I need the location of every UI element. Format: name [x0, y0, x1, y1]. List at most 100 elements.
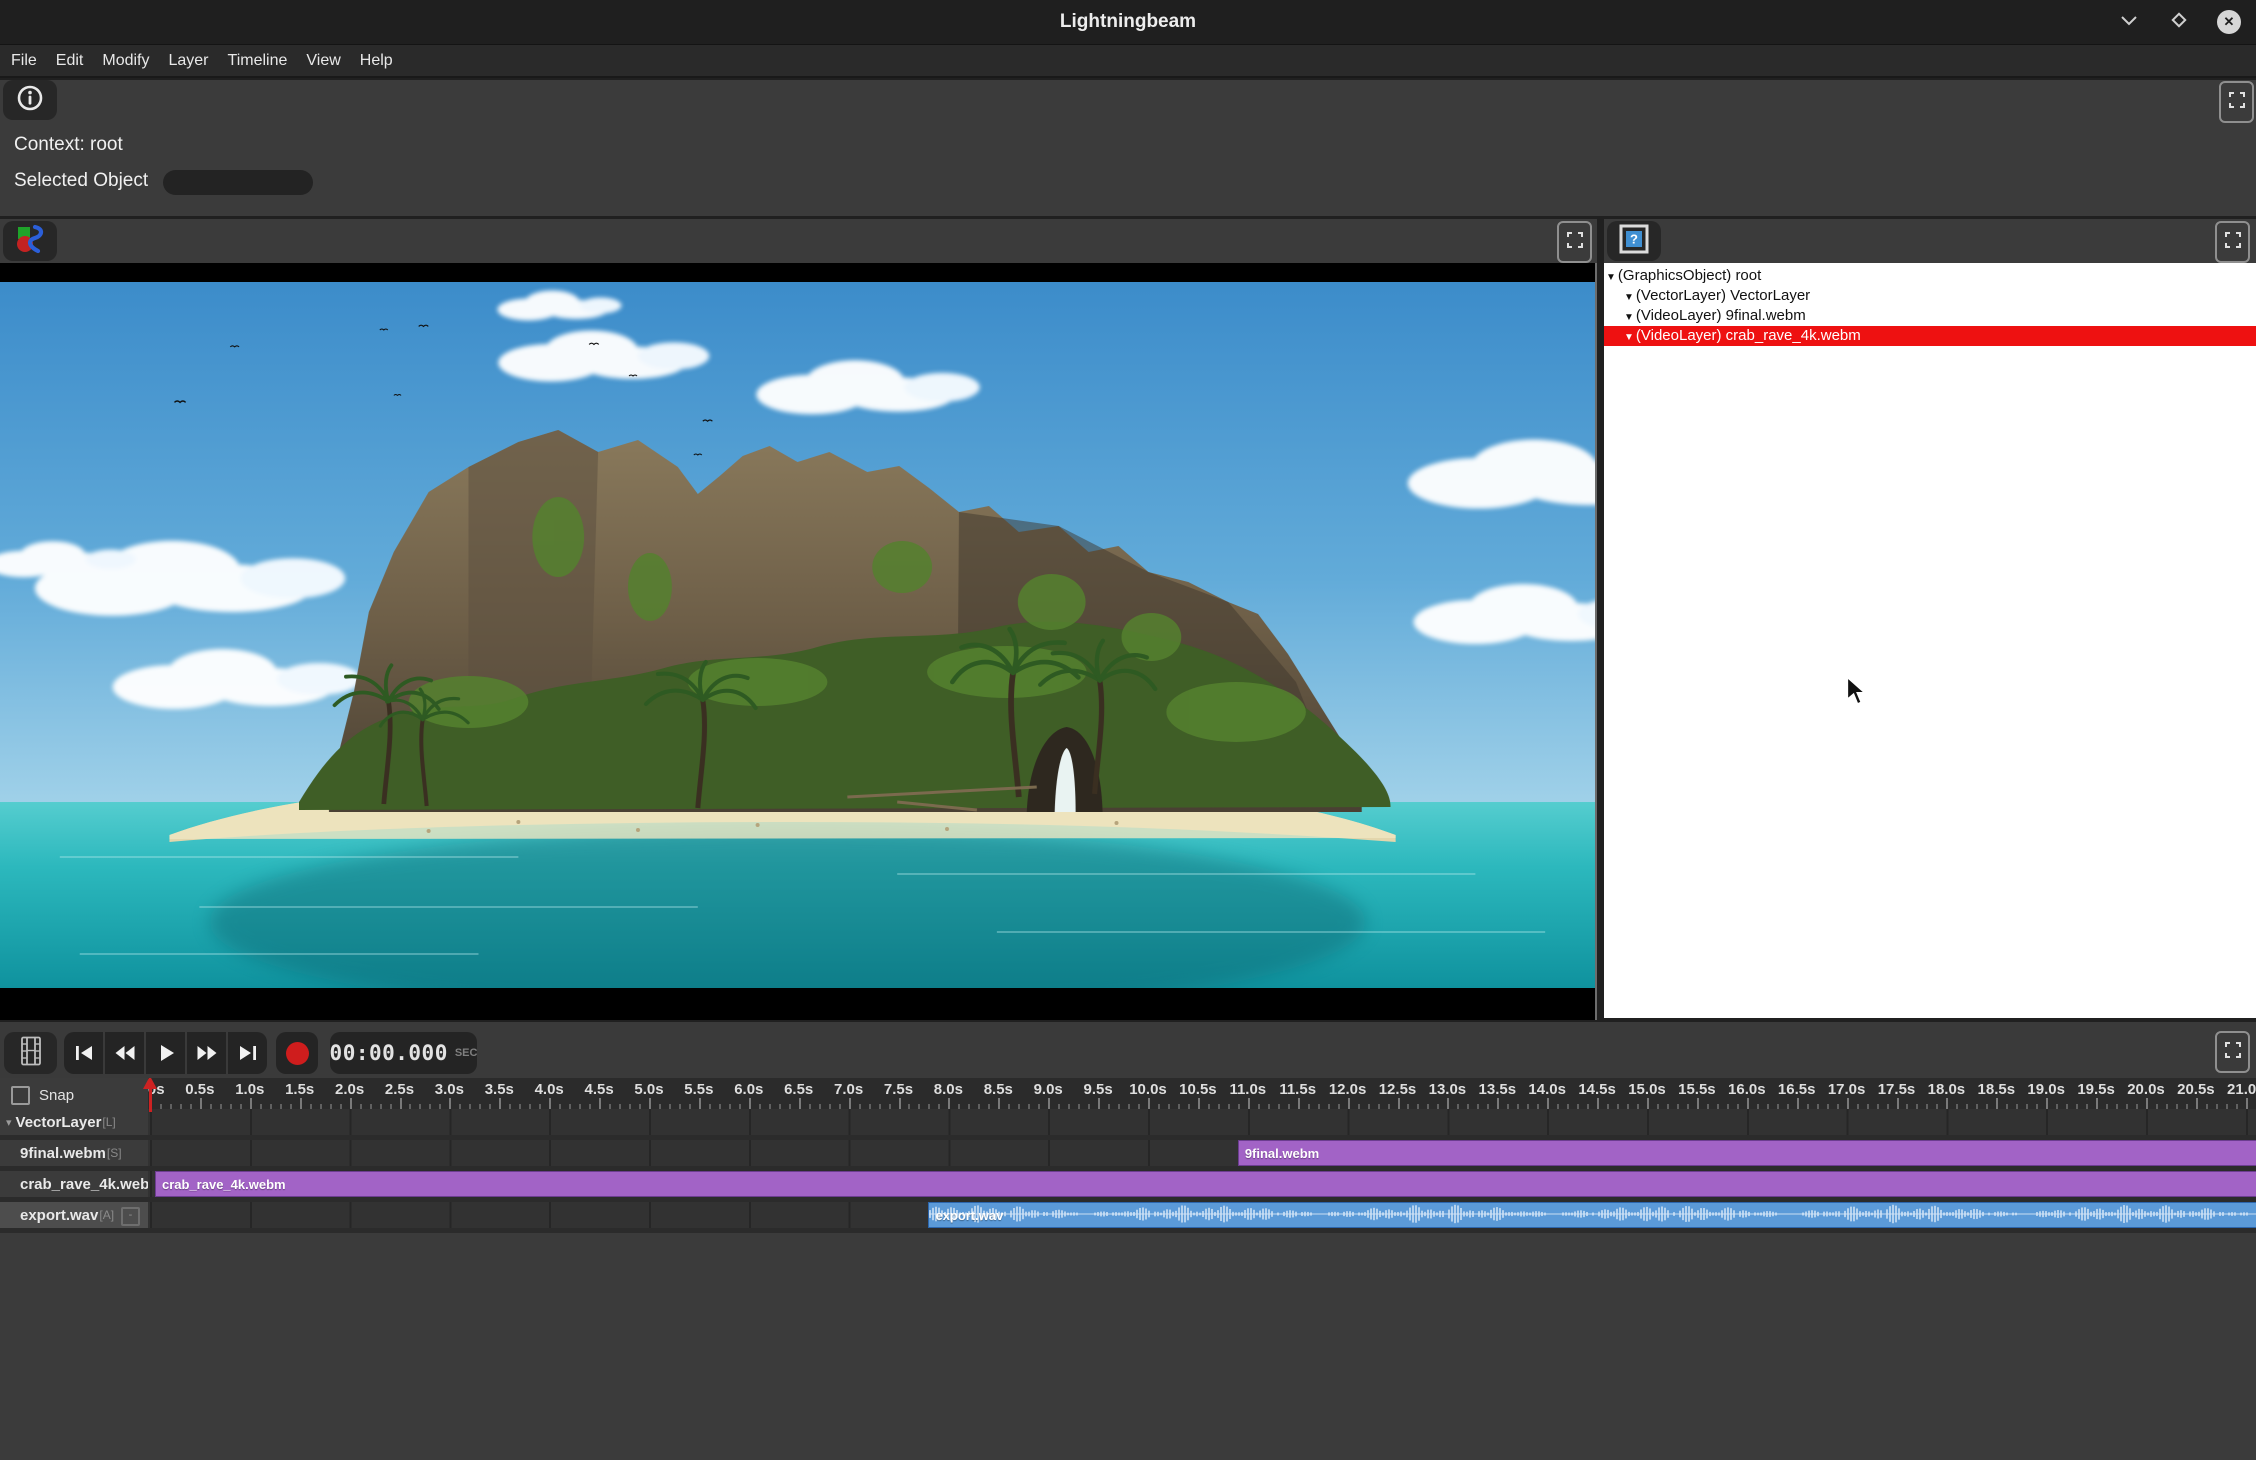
track-type-suffix: [S] — [107, 1146, 122, 1160]
info-panel: Context: root Selected Object — [0, 80, 2256, 216]
fast-forward-icon — [195, 1043, 219, 1063]
window-controls: ✕ — [2116, 0, 2242, 44]
selected-object-input[interactable] — [163, 170, 313, 195]
close-icon: ✕ — [2217, 10, 2241, 34]
fullscreen-icon — [2229, 92, 2245, 113]
transport-controls — [64, 1032, 267, 1074]
video-frame-island — [0, 282, 1595, 988]
clip-crab_rave_4k.webm[interactable]: crab_rave_4k.webm — [155, 1171, 2256, 1197]
stage-tool-button[interactable] — [3, 221, 57, 261]
minimize-button[interactable] — [2116, 9, 2142, 35]
rewind-button[interactable] — [105, 1032, 146, 1074]
skip-to-start-button[interactable] — [64, 1032, 105, 1074]
expander-icon[interactable]: ▼ — [1624, 332, 1634, 343]
track-expander-icon[interactable]: ▾ — [6, 1116, 12, 1129]
snap-label: Snap — [39, 1087, 74, 1104]
bottom-empty-area — [0, 1233, 2256, 1460]
audio-waveform — [929, 1203, 2256, 1225]
tree-row-label: (VideoLayer) crab_rave_4k.webm — [1636, 327, 1861, 344]
track-type-suffix: [L] — [102, 1115, 115, 1129]
transport-bar: 00:00.000 SEC — [0, 1022, 2256, 1078]
skip-end-icon — [236, 1043, 260, 1063]
film-strip-icon — [18, 1036, 44, 1071]
tree-row[interactable]: ▼(VectorLayer) VectorLayer — [1604, 286, 2256, 306]
track-label-export.wav[interactable]: export.wav[A]- — [0, 1202, 148, 1228]
fullscreen-icon — [2225, 232, 2241, 253]
tree-tool-button[interactable]: ? — [1607, 221, 1661, 261]
track-label-crab_rave_4k.webm[interactable]: crab_rave_4k.webm[V] — [0, 1171, 148, 1197]
vector-shapes-icon — [15, 224, 45, 259]
context-label: Context: root — [14, 134, 123, 156]
window-title: Lightningbeam — [0, 0, 2256, 44]
clip-label: 9final.webm — [1245, 1146, 1319, 1161]
close-button[interactable]: ✕ — [2216, 9, 2242, 35]
timeline-expand-button[interactable] — [2215, 1031, 2250, 1073]
fullscreen-icon — [1567, 232, 1583, 253]
play-button[interactable] — [146, 1032, 187, 1074]
playhead-line — [149, 1087, 152, 1112]
info-panel-expand-button[interactable] — [2219, 81, 2254, 123]
tree-row-label: (VectorLayer) VectorLayer — [1636, 287, 1810, 304]
track-row-export.wav[interactable]: export.wav — [148, 1202, 2256, 1228]
tree-row[interactable]: ▼(VideoLayer) crab_rave_4k.webm — [1604, 326, 2256, 346]
stage-canvas[interactable] — [0, 263, 1597, 1020]
fast-forward-button[interactable] — [187, 1032, 228, 1074]
menu-item-layer[interactable]: Layer — [168, 52, 208, 70]
menu-item-file[interactable]: File — [11, 52, 37, 70]
stage-expand-button[interactable] — [1557, 221, 1592, 263]
mouse-cursor — [1843, 676, 1869, 706]
clip-9final.webm[interactable]: 9final.webm — [1238, 1140, 2256, 1166]
svg-text:?: ? — [1630, 231, 1638, 246]
skip-start-icon — [72, 1043, 96, 1063]
tree-panel-header: ? — [1604, 219, 2256, 263]
expander-icon[interactable]: ▼ — [1624, 292, 1634, 303]
info-tool-button[interactable] — [3, 80, 57, 120]
tree-row[interactable]: ▼(VideoLayer) 9final.webm — [1604, 306, 2256, 326]
track-name: crab_rave_4k.webm — [20, 1176, 148, 1193]
expander-icon[interactable]: ▼ — [1624, 312, 1634, 323]
time-value: 00:00.000 — [330, 1041, 448, 1065]
image-placeholder-icon: ? — [1619, 224, 1649, 259]
chevron-down-icon — [2120, 13, 2138, 31]
time-display: 00:00.000 SEC — [330, 1032, 477, 1074]
clip-label: export.wav — [935, 1208, 1003, 1223]
tree-row[interactable]: ▼(GraphicsObject) root — [1604, 266, 2256, 286]
tree-expand-button[interactable] — [2215, 221, 2250, 263]
track-row-9final.webm[interactable]: 9final.webm — [148, 1140, 2256, 1166]
ruler-label: 21.0s — [2216, 1081, 2256, 1098]
track-row-VectorLayer[interactable] — [148, 1109, 2256, 1135]
stage-right-splitter[interactable] — [1595, 263, 1597, 1020]
skip-to-end-button[interactable] — [228, 1032, 267, 1074]
play-icon — [154, 1043, 178, 1063]
track-label-VectorLayer[interactable]: ▾ VectorLayer[L] — [0, 1109, 148, 1135]
track-option-checkbox[interactable]: - — [121, 1207, 140, 1226]
stage-header — [0, 219, 1597, 263]
track-row-crab_rave_4k.webm[interactable]: crab_rave_4k.webm — [148, 1171, 2256, 1197]
menu-item-view[interactable]: View — [306, 52, 340, 70]
track-name: VectorLayer — [16, 1114, 102, 1131]
maximize-button[interactable] — [2166, 9, 2192, 35]
clip-label: crab_rave_4k.webm — [162, 1177, 286, 1192]
rewind-icon — [113, 1043, 137, 1063]
timeline[interactable]: 0.0s0.5s1.0s1.5s2.0s2.5s3.0s3.5s4.0s4.5s… — [0, 1078, 2256, 1233]
timeline-tool-button[interactable] — [4, 1032, 57, 1074]
menu-item-help[interactable]: Help — [360, 52, 393, 70]
snap-cell: Snap — [0, 1078, 148, 1112]
snap-checkbox[interactable] — [11, 1086, 30, 1105]
tree-row-label: (GraphicsObject) root — [1618, 267, 1761, 284]
fullscreen-icon — [2225, 1042, 2241, 1063]
info-icon — [16, 84, 44, 117]
time-unit: SEC — [455, 1047, 478, 1059]
menu-item-modify[interactable]: Modify — [102, 52, 149, 70]
expander-icon[interactable]: ▼ — [1606, 272, 1616, 283]
track-name: export.wav — [20, 1207, 98, 1224]
tree-row-label: (VideoLayer) 9final.webm — [1636, 307, 1806, 324]
track-label-9final.webm[interactable]: 9final.webm[S] — [0, 1140, 148, 1166]
selected-object-label: Selected Object — [14, 170, 148, 192]
record-button[interactable] — [276, 1032, 318, 1074]
record-icon — [286, 1042, 309, 1065]
clip-export.wav[interactable]: export.wav — [928, 1202, 2256, 1228]
menu-item-edit[interactable]: Edit — [56, 52, 84, 70]
menu-item-timeline[interactable]: Timeline — [228, 52, 288, 70]
title-bar: Lightningbeam ✕ — [0, 0, 2256, 45]
